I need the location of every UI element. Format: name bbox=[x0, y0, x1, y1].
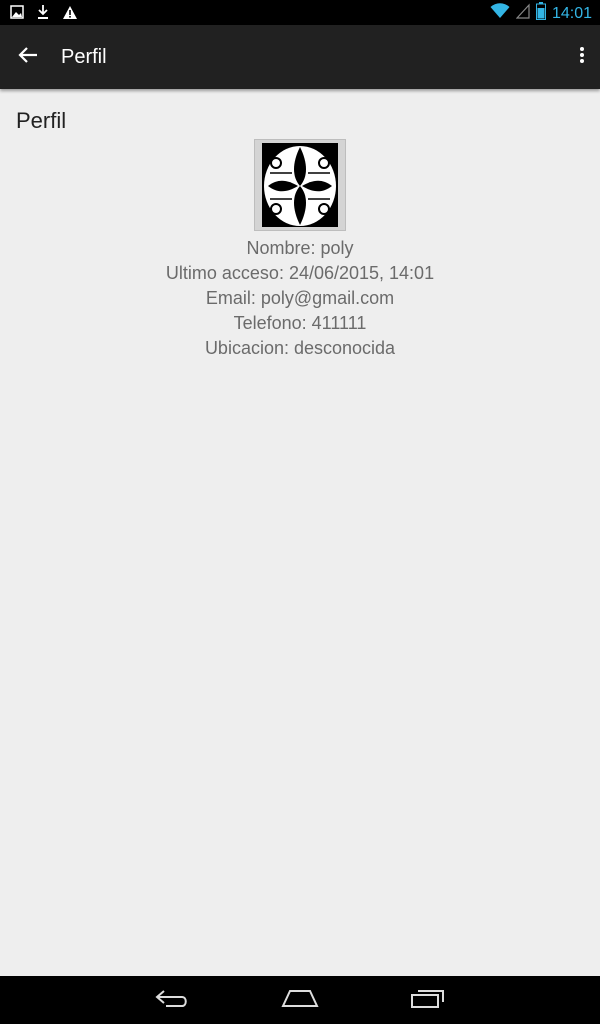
overflow-menu-icon bbox=[579, 46, 585, 69]
profile-phone: Telefono: 411111 bbox=[233, 313, 367, 333]
status-bar: 14:01 bbox=[0, 0, 600, 25]
status-time: 14:01 bbox=[551, 5, 592, 22]
system-status: 14:01 bbox=[490, 2, 592, 25]
home-icon bbox=[281, 988, 319, 1013]
section-title: Perfil bbox=[16, 108, 67, 133]
battery-icon bbox=[535, 2, 546, 25]
nav-home-button[interactable] bbox=[280, 986, 320, 1014]
profile-email: Email: poly@gmail.com bbox=[205, 288, 395, 308]
notification-icons bbox=[10, 4, 78, 25]
navigation-bar bbox=[0, 976, 600, 1024]
profile-avatar-image bbox=[262, 143, 338, 227]
profile-content: Perfil Nombre: poly Ultimo acceso: 24/06… bbox=[0, 89, 600, 976]
action-bar: Perfil bbox=[0, 25, 600, 89]
action-bar-title: Perfil bbox=[61, 46, 107, 68]
download-icon bbox=[36, 4, 50, 25]
profile-location: Ubicacion: desconocida bbox=[204, 338, 396, 358]
warning-icon bbox=[62, 5, 78, 25]
signal-icon bbox=[515, 3, 530, 24]
nav-recents-button[interactable] bbox=[408, 986, 448, 1014]
recents-icon bbox=[410, 987, 446, 1014]
wifi-icon bbox=[490, 3, 510, 24]
profile-last-access: Ultimo acceso: 24/06/2015, 14:01 bbox=[165, 263, 435, 283]
profile-name: Nombre: poly bbox=[246, 238, 354, 258]
nav-back-button[interactable] bbox=[152, 986, 192, 1014]
back-icon bbox=[154, 987, 190, 1014]
overflow-menu-button[interactable] bbox=[572, 41, 592, 73]
back-button[interactable] bbox=[12, 41, 44, 73]
image-icon bbox=[10, 5, 24, 24]
arrow-left-icon bbox=[18, 46, 38, 69]
avatar bbox=[254, 139, 346, 231]
profile-info: Nombre: poly Ultimo acceso: 24/06/2015, … bbox=[0, 236, 600, 361]
